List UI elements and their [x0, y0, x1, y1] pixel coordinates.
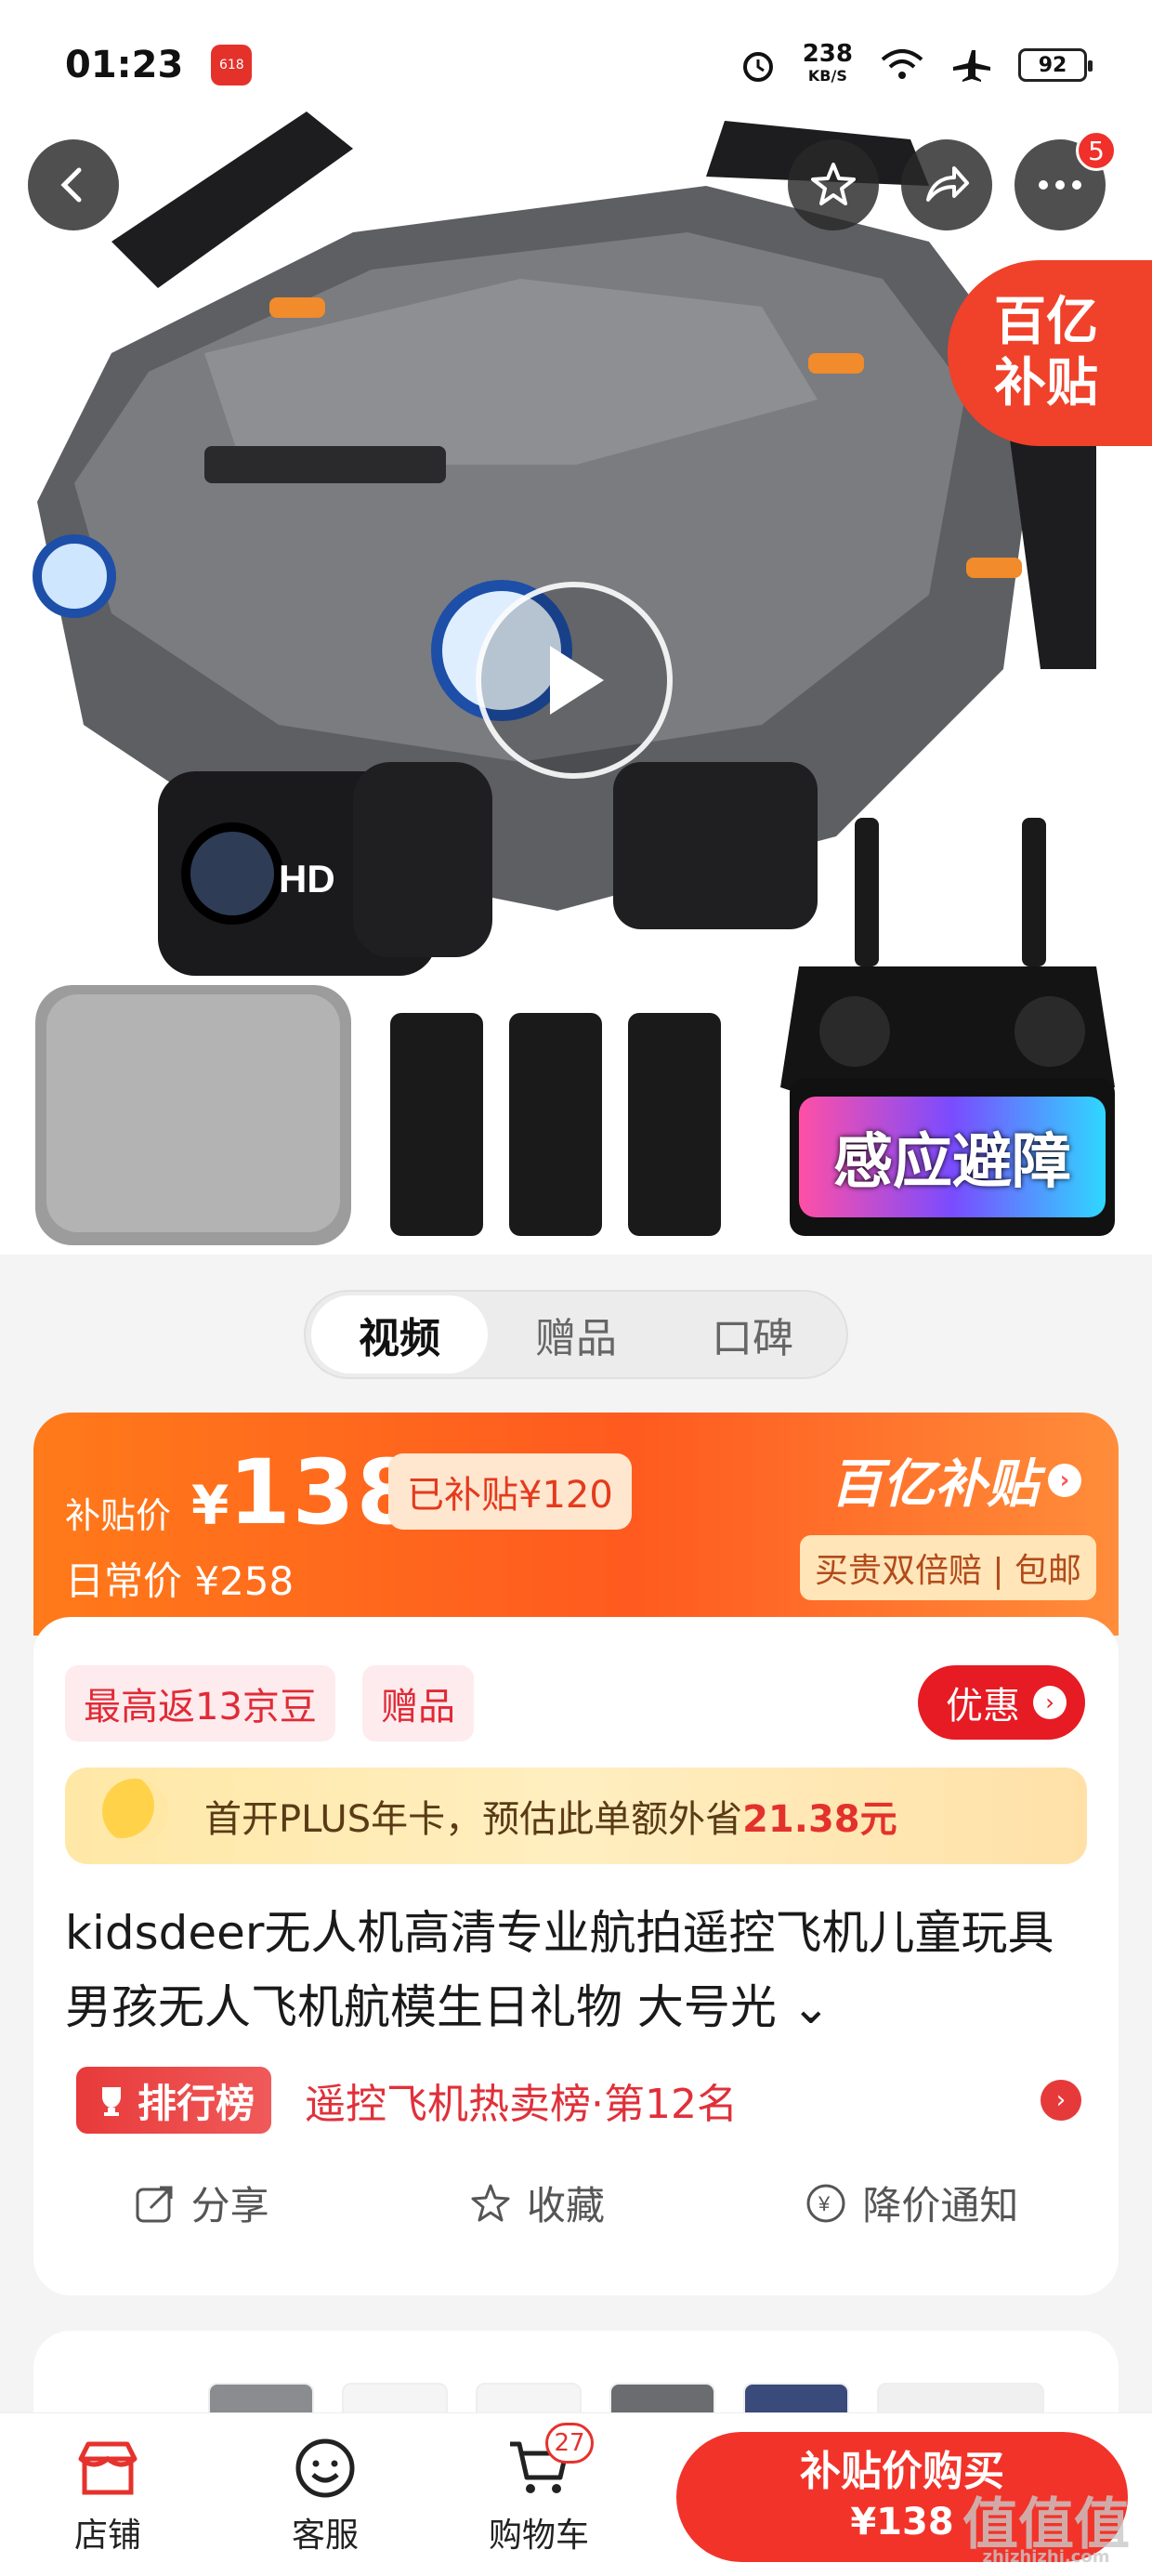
billion-subsidy-label: 百亿补贴	[831, 1454, 1039, 1515]
airplane-mode-icon	[953, 50, 990, 82]
ranking-text: 遥控飞机热卖榜·第12名	[305, 2081, 738, 2128]
subsidy-amount-chip: 已补贴¥120	[388, 1453, 632, 1530]
status-right: 238 KB/S 92	[740, 40, 1093, 87]
ranking-row[interactable]: 排行榜 遥控飞机热卖榜·第12名	[76, 2067, 738, 2134]
network-speed-value: 238	[802, 40, 853, 68]
back-button[interactable]	[28, 139, 119, 230]
cart-count-badge: 27	[545, 2423, 594, 2464]
shop-button[interactable]: 店铺	[33, 2436, 182, 2556]
ranking-badge: 排行榜	[76, 2067, 272, 2134]
action-row: 分享 收藏 ¥ 降价通知	[33, 2175, 1119, 2231]
gift-tag: 赠品	[362, 1665, 474, 1741]
plus-amount: 21.38元	[742, 1798, 897, 1841]
product-info-card: 最高返13京豆 赠品 优惠 › 首开PLUS年卡，预估此单额外省 21.38元 k…	[33, 1617, 1119, 2295]
price-currency: ¥	[191, 1474, 229, 1537]
ranking-badge-label: 排行榜	[137, 2080, 255, 2126]
obstacle-avoid-caption: 感应避障	[799, 1097, 1106, 1217]
more-badge: 5	[1076, 130, 1117, 171]
favorite-action[interactable]: 收藏	[469, 2175, 605, 2231]
share-label: 分享	[190, 2183, 269, 2228]
buy-button-label: 补贴价购买	[800, 2448, 1004, 2495]
moon-icon	[102, 1779, 167, 1844]
more-button[interactable]: 5	[1015, 130, 1117, 230]
product-title-text: kidsdeer无人机高清专业航拍遥控飞机儿童玩具男孩无人飞机航模生日礼物 大号…	[65, 1906, 1054, 2034]
svg-text:HD: HD	[279, 857, 335, 900]
guarantee-badge: 买贵双倍赔 | 包邮	[799, 1535, 1096, 1600]
coupon-button[interactable]: 优惠 ›	[918, 1665, 1085, 1740]
media-tabs: 视频 赠品 口碑	[304, 1290, 848, 1379]
plus-membership-bar[interactable]: 首开PLUS年卡，预估此单额外省 21.38元	[65, 1768, 1087, 1864]
product-gallery[interactable]: HD 5 百亿 补贴 感应避障	[0, 0, 1152, 1255]
subsidy-corner-line1: 百亿	[994, 292, 1098, 352]
tab-gift[interactable]: 赠品	[488, 1295, 664, 1373]
subsidy-corner-badge: 百亿 补贴	[948, 260, 1152, 446]
price-banner: 补贴价 ¥ 138 已补贴¥120 日常价 ¥258 百亿补贴 › 买贵双倍赔 …	[33, 1413, 1119, 1636]
customer-service-icon	[293, 2436, 358, 2501]
ranking-chevron-icon[interactable]: ›	[1041, 2080, 1081, 2121]
subsidy-price-label: 补贴价	[65, 1495, 172, 1536]
coupon-label: 优惠	[946, 1685, 1020, 1728]
daily-price: 日常价 ¥258	[65, 1558, 295, 1604]
chevron-right-icon: ›	[1033, 1686, 1067, 1719]
network-speed-unit: KB/S	[807, 67, 847, 85]
shop-label: 店铺	[73, 2517, 141, 2555]
product-page: HD 5 百亿 补贴 感应避障 01:23 618 238 KB/S 92 视频…	[0, 0, 1152, 2576]
battery-indicator: 92	[1018, 48, 1093, 82]
price-alert-label: 降价通知	[862, 2183, 1019, 2228]
share-icon	[136, 2186, 173, 2222]
plus-text: 首开PLUS年卡，预估此单额外省	[204, 1798, 743, 1841]
trophy-icon	[102, 2087, 121, 2116]
status-time: 01:23	[65, 44, 184, 86]
video-play-button[interactable]	[476, 582, 673, 779]
tab-video[interactable]: 视频	[311, 1295, 488, 1373]
favorite-label: 收藏	[526, 2183, 605, 2228]
subsidy-corner-line2: 补贴	[994, 353, 1098, 414]
product-title[interactable]: kidsdeer无人机高清专业航拍遥控飞机儿童玩具男孩无人飞机航模生日礼物 大号…	[65, 1896, 1096, 2044]
chevron-left-icon	[60, 167, 82, 203]
cart-button[interactable]: 27 购物车	[465, 2423, 613, 2556]
customer-service-button[interactable]: 客服	[251, 2436, 399, 2556]
favorite-button[interactable]	[788, 139, 879, 230]
share-top-button[interactable]	[901, 139, 992, 230]
site-watermark: 值值值 zhizhizhi.com	[962, 2497, 1130, 2567]
price-alert-action[interactable]: ¥ 降价通知	[805, 2175, 1018, 2231]
more-dots-icon	[1039, 180, 1081, 190]
chevron-down-icon: ⌄	[791, 1980, 831, 2034]
buy-button-price: ¥138	[850, 2501, 954, 2543]
star-outline-icon	[811, 163, 856, 205]
alarm-icon	[742, 52, 773, 82]
share-action[interactable]: 分享	[134, 2175, 269, 2231]
cart-icon: 27	[506, 2423, 594, 2501]
network-speed: 238 KB/S	[802, 40, 853, 87]
billion-subsidy-link[interactable]: 百亿补贴 ›	[831, 1442, 1081, 1518]
price-alert-icon: ¥	[806, 2184, 845, 2222]
watermark-sub: zhizhizhi.com	[982, 2547, 1110, 2567]
chevron-right-icon: ›	[1048, 1463, 1081, 1497]
cart-label: 购物车	[488, 2517, 589, 2555]
svg-text:¥: ¥	[818, 2192, 831, 2215]
jd-beans-tag: 最高返13京豆	[65, 1665, 335, 1741]
status-bar: 01:23 618 238 KB/S 92	[0, 0, 1152, 130]
wifi-icon	[881, 49, 923, 79]
play-icon	[550, 646, 604, 715]
tab-reviews[interactable]: 口碑	[664, 1295, 841, 1373]
star-icon	[471, 2184, 510, 2221]
share-arrow-icon	[926, 166, 969, 202]
shop-icon	[75, 2436, 140, 2501]
customer-service-label: 客服	[291, 2517, 359, 2555]
app-notification-icon: 618	[211, 45, 253, 85]
